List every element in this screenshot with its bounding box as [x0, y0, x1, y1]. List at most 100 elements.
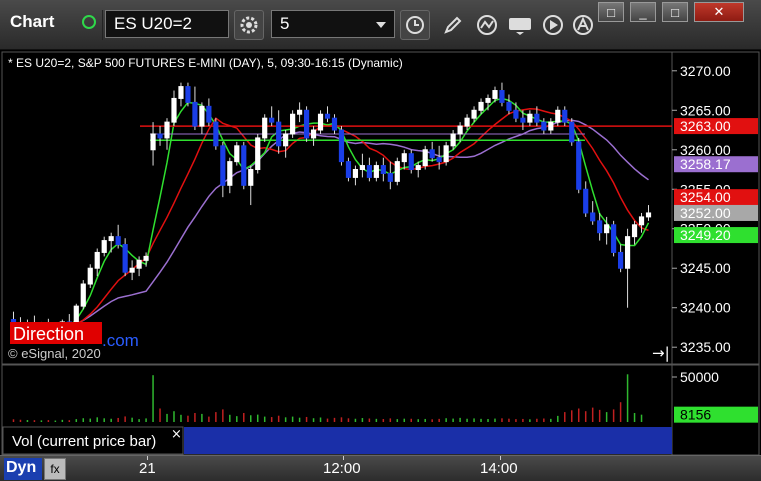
candle-body — [150, 133, 156, 151]
chevron-down-icon — [376, 22, 386, 28]
y-tick-label: 3240.00 — [680, 300, 731, 316]
candle-body — [213, 121, 219, 147]
candle-body — [527, 113, 533, 123]
candle-body — [604, 224, 610, 234]
minimize-icon[interactable]: _ — [630, 2, 656, 22]
watermark-text: © eSignal, 2020 — [8, 346, 101, 361]
candle-body — [171, 97, 177, 123]
time-axis-label: 14:00 — [480, 460, 518, 477]
candle-body — [583, 188, 589, 214]
symbol-input[interactable]: ES U20=2 — [105, 10, 229, 38]
scroll-to-end-icon: →| — [652, 344, 670, 362]
candle-body — [429, 149, 435, 159]
volume-tick-label: 50000 — [680, 369, 719, 385]
candle-body — [464, 117, 470, 127]
chart-toolbar: Chart ES U20=2 5 □ _ □ ✕ — [0, 0, 761, 50]
candle-body — [485, 97, 491, 103]
y-tick-label: 3245.00 — [680, 260, 731, 276]
y-tick-label: 3270.00 — [680, 63, 731, 79]
y-tick-label: 3265.00 — [680, 102, 731, 118]
candle-body — [178, 86, 184, 99]
candle-body — [394, 161, 400, 182]
candle-body — [331, 117, 338, 131]
candle-body — [73, 305, 79, 325]
price-tag-label: 3254.00 — [680, 189, 731, 205]
fx-icon[interactable]: fx — [44, 458, 66, 480]
candle-body — [352, 169, 359, 178]
candle-body — [129, 267, 135, 273]
candle-body — [492, 90, 498, 99]
candle-body — [436, 157, 442, 163]
candle-body — [499, 90, 505, 103]
candle-body — [255, 137, 261, 171]
get-data-icon[interactable] — [505, 10, 535, 40]
candle-body — [408, 153, 414, 171]
close-icon[interactable]: ✕ — [694, 2, 744, 22]
candle-body — [220, 145, 226, 186]
price-tag-label: 3258.17 — [680, 156, 731, 172]
time-tick-mark — [500, 456, 501, 460]
alert-icon[interactable] — [568, 10, 598, 40]
candle-body — [345, 161, 352, 178]
candle-body — [401, 153, 407, 163]
chart-header: * ES U20=2, S&P 500 FUTURES E-MINI (DAY)… — [8, 56, 403, 70]
candle-body — [373, 165, 379, 178]
interval-select[interactable]: 5 — [271, 10, 395, 38]
draw-pencil-icon[interactable] — [438, 10, 468, 40]
candle-body — [324, 113, 331, 119]
candle-body — [534, 113, 540, 123]
play-icon[interactable] — [538, 10, 568, 40]
price-tag-label: 3252.00 — [680, 205, 731, 221]
maximize-icon[interactable]: □ — [662, 2, 688, 22]
symbol-value: ES U20=2 — [114, 14, 192, 33]
candle-body — [618, 251, 624, 269]
candle-body — [227, 161, 233, 186]
candle-body — [338, 129, 345, 163]
settings-gear-icon[interactable] — [234, 10, 264, 40]
candle-body — [443, 145, 449, 163]
restore-icon[interactable]: □ — [598, 2, 624, 22]
link-status-icon[interactable] — [82, 15, 96, 29]
candle-body — [380, 165, 386, 174]
candle-body — [101, 240, 107, 253]
price-tag-label: 3263.00 — [680, 118, 731, 134]
candle-body — [164, 121, 170, 139]
candle-body — [513, 109, 519, 119]
candle-body — [87, 267, 93, 285]
study-icon[interactable] — [472, 10, 502, 40]
candle-body — [122, 244, 128, 273]
candle-body — [415, 165, 421, 171]
candle-body — [359, 165, 365, 171]
candle-body — [136, 259, 142, 269]
candle-body — [645, 212, 652, 218]
volume-tag-label: 8156 — [680, 407, 711, 423]
candle-body — [290, 113, 296, 135]
candle-body — [317, 113, 324, 131]
candle-body — [108, 236, 114, 242]
dynamic-mode-button[interactable]: Dyn — [4, 458, 42, 480]
volume-panel-label: Vol (current price bar) — [12, 433, 156, 450]
candle-body — [569, 121, 575, 143]
candle-body — [303, 109, 310, 139]
candle-body — [262, 117, 268, 139]
candle-body — [562, 109, 568, 123]
candle-body — [457, 125, 463, 135]
candle-body — [234, 145, 240, 163]
candle-body — [450, 133, 456, 147]
candle-body — [422, 149, 428, 167]
volume-label-fill — [184, 427, 672, 454]
candle-body — [143, 255, 149, 261]
candle-body — [80, 283, 86, 307]
candle-body — [478, 101, 484, 111]
candle-body — [283, 133, 289, 147]
candle-body — [471, 109, 477, 119]
time-axis-label: 12:00 — [323, 460, 361, 477]
candle-body — [576, 141, 582, 190]
candle-body — [520, 117, 526, 123]
price-chart[interactable]: * ES U20=2, S&P 500 FUTURES E-MINI (DAY)… — [0, 50, 761, 455]
price-pane — [1, 51, 760, 365]
price-tag-label: 3249.20 — [680, 227, 731, 243]
clock-icon[interactable] — [400, 10, 430, 40]
candle-body — [548, 121, 554, 131]
candle-body — [206, 105, 212, 123]
